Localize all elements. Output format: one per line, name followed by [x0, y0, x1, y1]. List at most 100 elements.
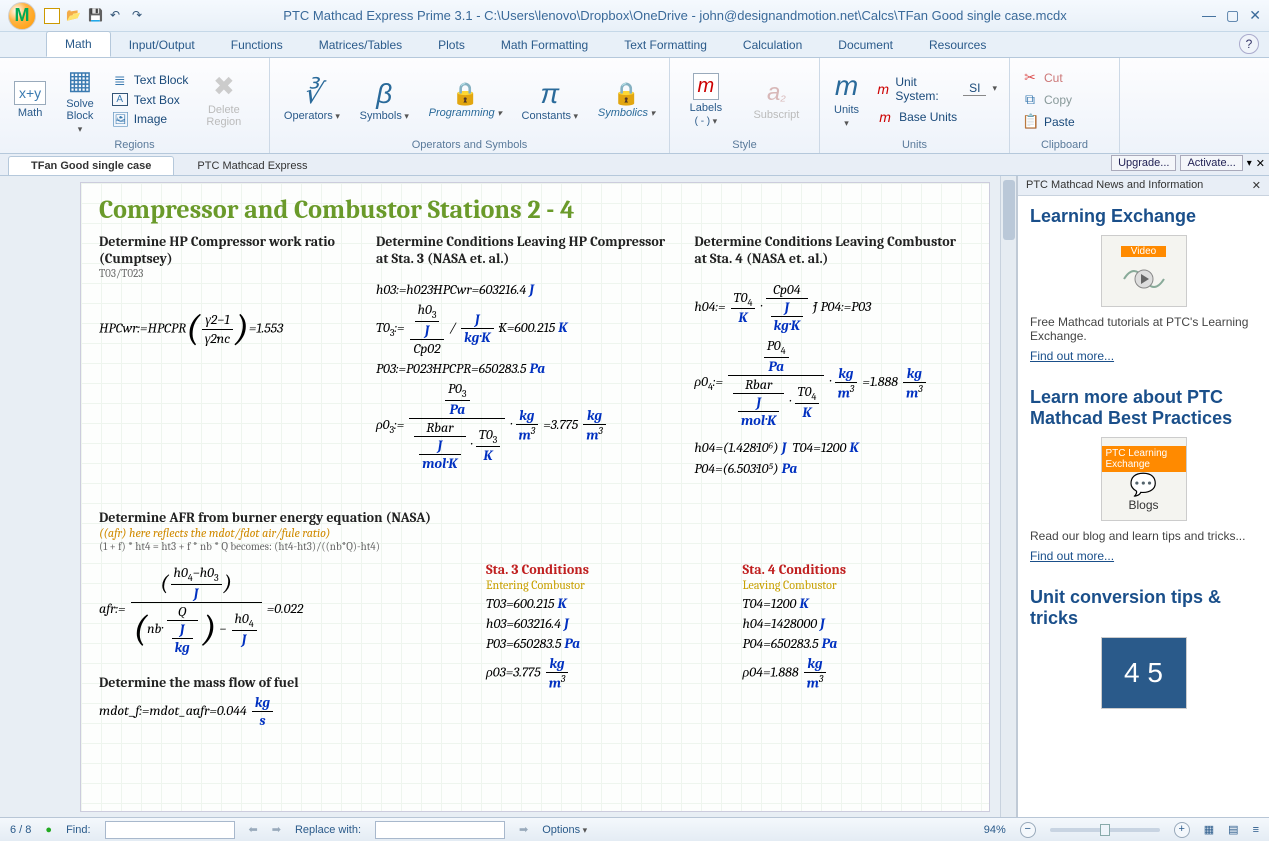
close-panel-icon[interactable]: ✕: [1256, 157, 1265, 170]
zoom-out-button[interactable]: −: [1020, 822, 1036, 838]
tab-io[interactable]: Input/Output: [111, 33, 213, 57]
maximize-icon[interactable]: ▢: [1226, 7, 1239, 24]
sta4-rho[interactable]: ρ04=1.888 kgm3: [743, 655, 971, 692]
dropdown-icon[interactable]: ▾: [1247, 158, 1252, 169]
news-link2[interactable]: Find out more...: [1030, 549, 1114, 563]
unit-system-icon: m: [877, 81, 889, 97]
worksheet-page[interactable]: Compressor and Combustor Stations 2 - 4 …: [80, 182, 990, 812]
eq-h03[interactable]: h03:=h023·HPCwr=603216.4 J: [376, 281, 666, 298]
replace-go-icon[interactable]: ➡: [519, 823, 528, 836]
eq-h04-result[interactable]: h04=(1.428·10⁶) J T04=1200 K: [694, 439, 971, 457]
tab-resources[interactable]: Resources: [911, 33, 1004, 57]
view-draft-icon[interactable]: ≡: [1253, 824, 1259, 836]
regions-group-label: Regions: [10, 137, 259, 151]
tab-mathfmt[interactable]: Math Formatting: [483, 33, 606, 57]
video-tag: Video: [1121, 246, 1166, 257]
sta3-h[interactable]: h03=603216.4 J: [486, 615, 714, 632]
base-units-button[interactable]: mBase Units: [875, 108, 999, 126]
help-button[interactable]: ?: [1239, 34, 1259, 54]
symbolics-icon: 🔒: [598, 81, 655, 107]
math-region-button[interactable]: x+y Math: [10, 79, 50, 121]
text-block-button[interactable]: ≣Text Block: [110, 71, 191, 90]
close-icon[interactable]: ✕: [1249, 7, 1261, 24]
app-logo[interactable]: M: [8, 2, 36, 30]
options-dropdown[interactable]: Options: [542, 824, 587, 836]
new-icon[interactable]: ​: [44, 8, 60, 24]
eq-p04-result[interactable]: P04=(6.503·10⁵) Pa: [694, 460, 971, 478]
status-bar: 6 / 8 ● Find: ⬅ ➡ Replace with: ➡ Option…: [0, 817, 1269, 841]
eq-hpcwr[interactable]: HPCwr:=HPCPR(γ2−1γ2·nc)=1.553: [99, 308, 348, 350]
activate-button[interactable]: Activate...: [1180, 155, 1242, 171]
minimize-icon[interactable]: —: [1202, 7, 1216, 24]
units-button[interactable]: m Units: [830, 68, 863, 131]
tab-math[interactable]: Math: [46, 31, 111, 57]
replace-input[interactable]: [375, 821, 505, 839]
zoom-slider[interactable]: [1050, 828, 1160, 832]
sta3-p[interactable]: P03=650283.5 Pa: [486, 635, 714, 652]
view-page-icon[interactable]: ▤: [1228, 823, 1238, 836]
col3-heading: Determine Conditions Leaving Combustor a…: [694, 233, 971, 267]
find-label: Find:: [66, 824, 90, 836]
news-h1: Learning Exchange: [1030, 206, 1257, 227]
scrollbar-thumb[interactable]: [1003, 180, 1015, 240]
find-prev-icon[interactable]: ⬅: [249, 823, 258, 836]
video-thumb[interactable]: Video: [1101, 235, 1187, 307]
sta4-p[interactable]: P04=650283.5 Pa: [743, 635, 971, 652]
doctab-active[interactable]: TFan Good single case: [8, 156, 174, 175]
sta4-h[interactable]: h04=1428000 J: [743, 615, 971, 632]
programming-dropdown[interactable]: Programming: [429, 107, 502, 119]
text-box-button[interactable]: AText Box: [110, 92, 191, 108]
paste-icon: 📋: [1022, 113, 1038, 130]
redo-icon[interactable]: ↷: [132, 8, 148, 24]
document-area[interactable]: Compressor and Combustor Stations 2 - 4 …: [0, 176, 1017, 817]
image-button[interactable]: 🖼Image: [110, 110, 191, 129]
unit-thumb[interactable]: 4 5: [1101, 637, 1187, 709]
save-icon[interactable]: 💾: [88, 8, 104, 24]
undo-icon[interactable]: ↶: [110, 8, 126, 24]
vertical-scrollbar[interactable]: [1000, 176, 1016, 817]
tab-document[interactable]: Document: [820, 33, 911, 57]
zoom-knob[interactable]: [1100, 824, 1110, 836]
unit-system-dropdown[interactable]: mUnit System: SI: [875, 74, 999, 104]
symbolics-dropdown[interactable]: Symbolics: [598, 107, 655, 119]
tab-functions[interactable]: Functions: [213, 33, 301, 57]
tab-plots[interactable]: Plots: [420, 33, 483, 57]
eq-afr[interactable]: afr:= (h04−h03J) (nb· QJkg ) − h04J =0.0…: [99, 564, 458, 656]
eq-h04[interactable]: h04:= T04K · Cp04Jkg·K ·J P04:=P03: [694, 281, 971, 334]
eq-t03[interactable]: T03:= h03JCp02 / Jkg·K ·K=600.215 K: [376, 301, 666, 357]
labels-button[interactable]: m Labels ( - ): [686, 71, 726, 129]
open-icon[interactable]: 📂: [66, 8, 82, 24]
sta4-heading: Sta. 4 Conditions: [743, 561, 971, 578]
find-next-icon[interactable]: ➡: [272, 823, 281, 836]
news-title: PTC Mathcad News and Information: [1026, 179, 1203, 192]
tab-textfmt[interactable]: Text Formatting: [606, 33, 725, 57]
copy-button[interactable]: ⧉Copy: [1020, 90, 1077, 109]
sta4-t[interactable]: T04=1200 K: [743, 595, 971, 612]
zoom-label: 94%: [984, 824, 1006, 836]
tab-matrices[interactable]: Matrices/Tables: [301, 33, 420, 57]
eq-mdot[interactable]: mdot_f:=mdot_a·afr=0.044 kgs: [99, 694, 458, 729]
operators-dropdown[interactable]: Operators: [284, 110, 340, 122]
news-h3: Unit conversion tips & tricks: [1030, 587, 1257, 629]
news-close-icon[interactable]: ✕: [1252, 179, 1261, 192]
doctab-express[interactable]: PTC Mathcad Express: [174, 156, 330, 175]
eq-p03[interactable]: P03:=P023·HPCPR=650283.5 Pa: [376, 360, 666, 377]
eq-rho3[interactable]: ρ03:= P03PaRbarJmol·K · T03K · kgm3 =3.7…: [376, 380, 666, 472]
cut-button[interactable]: ✂Cut: [1020, 68, 1077, 87]
paste-button[interactable]: 📋Paste: [1020, 112, 1077, 131]
sta3-t[interactable]: T03=600.215 K: [486, 595, 714, 612]
constants-dropdown[interactable]: Constants: [522, 110, 579, 122]
view-grid-icon[interactable]: ▦: [1204, 823, 1214, 836]
afr-note2: (1 + f) * ht4 = ht3 + f * nb * Q becomes…: [99, 540, 971, 553]
solve-block-button[interactable]: ▦ Solve Block: [62, 63, 98, 137]
news-link1[interactable]: Find out more...: [1030, 349, 1114, 363]
quick-access-toolbar: ​ 📂 💾 ↶ ↷: [44, 8, 148, 24]
symbols-dropdown[interactable]: Symbols: [360, 110, 409, 122]
tab-calc[interactable]: Calculation: [725, 33, 820, 57]
blog-thumb[interactable]: PTC Learning Exchange 💬 Blogs: [1101, 437, 1187, 521]
upgrade-button[interactable]: Upgrade...: [1111, 155, 1176, 171]
zoom-in-button[interactable]: +: [1174, 822, 1190, 838]
sta3-rho[interactable]: ρ03=3.775 kgm3: [486, 655, 714, 692]
find-input[interactable]: [105, 821, 235, 839]
eq-rho4[interactable]: ρ04:= P04PaRbarJmol·K · T04K · kgm3 =1.8…: [694, 337, 971, 429]
